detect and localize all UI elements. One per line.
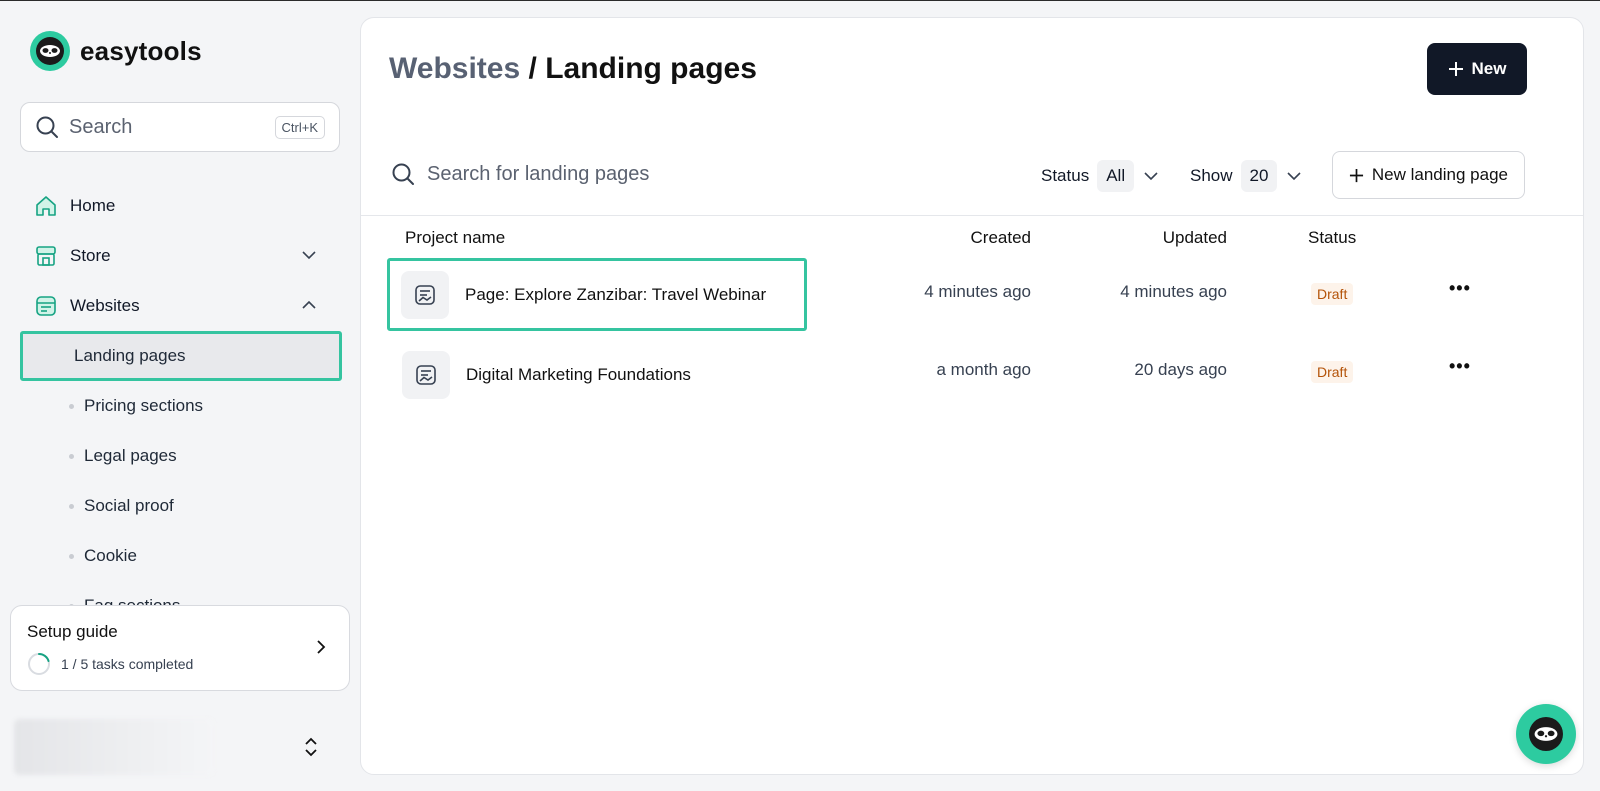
landing-search-input[interactable]: Search for landing pages [391, 162, 649, 186]
show-filter[interactable]: Show 20 [1190, 160, 1303, 192]
brand-logo[interactable]: easytools [30, 31, 202, 71]
sidebar-item-home[interactable]: Home [20, 181, 342, 231]
page-icon [402, 351, 450, 399]
chevron-down-icon [1287, 172, 1302, 181]
new-landing-page-label: New landing page [1371, 165, 1508, 184]
sidebar-item-label: Websites [70, 296, 140, 315]
bullet-dot [69, 554, 74, 559]
project-name-cell[interactable]: Digital Marketing Foundations [402, 350, 691, 400]
breadcrumb-websites[interactable]: Websites [389, 52, 520, 85]
table-row[interactable]: Digital Marketing Foundations a month ag… [361, 336, 1583, 412]
created-cell: 4 minutes ago [924, 282, 1031, 301]
chat-support-button[interactable] [1516, 704, 1576, 764]
sidebar-subitem-pricing-sections[interactable]: Pricing sections [20, 381, 342, 431]
bullet-dot [69, 404, 74, 409]
search-shortcut: Ctrl+K [274, 115, 325, 139]
bullet-dot [69, 454, 74, 459]
status-filter-value: All [1097, 160, 1135, 192]
sidebar-subitem-cookie[interactable]: Cookie [20, 531, 342, 581]
chevron-right-icon [317, 640, 326, 654]
status-filter[interactable]: Status All [1041, 160, 1160, 192]
sidebar-subitem-legal-pages[interactable]: Legal pages [20, 431, 342, 481]
sidebar-search[interactable]: Search Ctrl+K [20, 102, 340, 152]
breadcrumb-separator: / [528, 52, 537, 85]
search-icon [392, 163, 414, 185]
sidebar-item-label: Store [70, 246, 111, 265]
sloth-chat-icon [1529, 717, 1563, 751]
plus-icon [1349, 168, 1363, 182]
progress-ring-icon [28, 653, 50, 675]
column-project-name[interactable]: Project name [405, 228, 505, 248]
more-options-icon[interactable]: ••• [1449, 356, 1471, 377]
page-icon [401, 270, 449, 319]
sidebar-item-websites[interactable]: Websites [20, 281, 342, 331]
sidebar-subitem-label: Landing pages [74, 346, 186, 365]
store-icon [34, 244, 58, 268]
status-filter-label: Status [1041, 166, 1090, 185]
project-name-cell[interactable]: Page: Explore Zanzibar: Travel Webinar [387, 258, 807, 331]
sidebar-subitem-label: Legal pages [84, 446, 177, 465]
status-badge: Draft [1311, 283, 1354, 305]
column-status[interactable]: Status [1308, 228, 1356, 248]
new-landing-page-button[interactable]: New landing page [1331, 151, 1525, 199]
sidebar: easytools Search Ctrl+K Home Store Websi… [0, 1, 358, 791]
chevron-down-icon[interactable] [300, 246, 318, 264]
sidebar-subitem-landing-pages[interactable]: Landing pages [20, 331, 342, 381]
project-name[interactable]: Digital Marketing Foundations [466, 365, 691, 385]
created-cell: a month ago [936, 360, 1031, 379]
sidebar-subitem-label: Cookie [84, 546, 137, 565]
chevron-down-icon [1144, 172, 1158, 181]
new-button-label: New [1471, 59, 1507, 78]
show-filter-label: Show [1190, 166, 1233, 185]
search-icon [36, 116, 58, 138]
sidebar-item-store[interactable]: Store [20, 231, 342, 281]
brand-name: easytools [80, 35, 202, 66]
plus-icon [1448, 62, 1463, 76]
sidebar-nav: Home Store Websites Landing pages Pricin… [20, 181, 342, 631]
setup-guide-title: Setup guide [27, 622, 118, 641]
column-updated[interactable]: Updated [1163, 228, 1227, 248]
sidebar-subitem-label: Pricing sections [84, 396, 204, 415]
column-created[interactable]: Created [971, 228, 1031, 248]
table-row[interactable]: Page: Explore Zanzibar: Travel Webinar 4… [361, 258, 1583, 334]
app-window: easytools Search Ctrl+K Home Store Websi… [0, 0, 1600, 791]
home-icon [34, 194, 58, 218]
sidebar-item-label: Home [70, 196, 116, 215]
breadcrumb-current: Landing pages [545, 52, 757, 85]
avatar [14, 719, 214, 775]
bullet-dot [69, 504, 74, 509]
sidebar-subitem-social-proof[interactable]: Social proof [20, 481, 342, 531]
new-button[interactable]: New [1427, 43, 1527, 95]
chevron-updown-icon [305, 737, 317, 757]
setup-guide-card[interactable]: Setup guide 1 / 5 tasks completed [10, 605, 350, 691]
sidebar-subitem-label: Social proof [84, 496, 174, 515]
status-badge: Draft [1311, 361, 1354, 383]
chevron-up-icon[interactable] [300, 296, 318, 314]
page-title: Websites / Landing pages [389, 52, 757, 86]
show-filter-value: 20 [1240, 160, 1278, 192]
landing-search-placeholder: Search for landing pages [427, 162, 650, 185]
project-name[interactable]: Page: Explore Zanzibar: Travel Webinar [465, 285, 766, 305]
updated-cell: 4 minutes ago [1120, 282, 1227, 301]
setup-guide-progress: 1 / 5 tasks completed [61, 656, 194, 672]
search-placeholder: Search [69, 115, 133, 138]
list-toolbar: Search for landing pages Status All Show… [361, 136, 1583, 216]
updated-cell: 20 days ago [1134, 360, 1227, 379]
sloth-logo-icon [30, 31, 70, 71]
main-panel: Websites / Landing pages New Search for … [360, 17, 1584, 775]
more-options-icon[interactable]: ••• [1449, 278, 1471, 299]
account-switcher[interactable] [14, 719, 344, 775]
websites-icon [34, 294, 58, 318]
